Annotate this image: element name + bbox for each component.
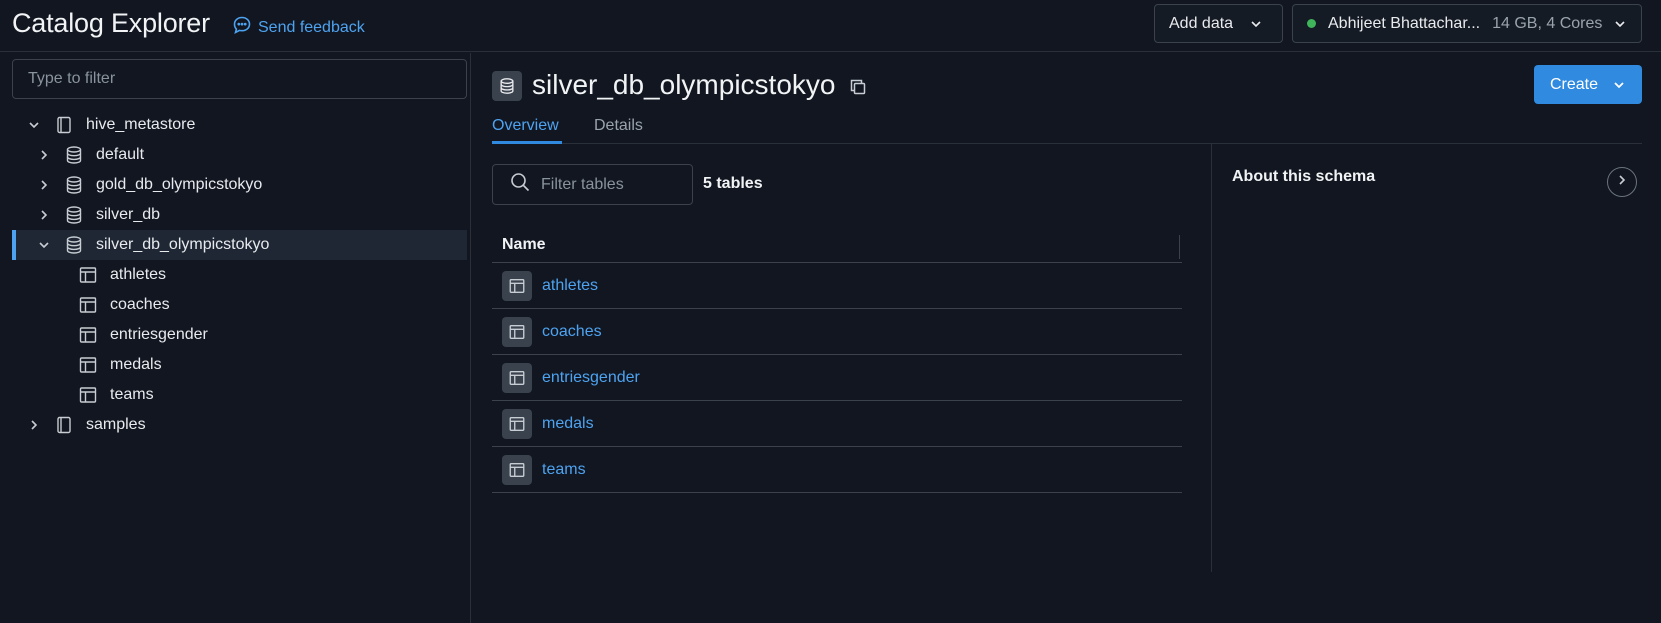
page-title: Catalog Explorer	[12, 8, 210, 38]
table-count: 5 tables	[703, 175, 763, 192]
table-icon	[502, 454, 532, 485]
tree-item-table-athletes[interactable]: athletes	[12, 260, 467, 290]
schema-main-panel: silver_db_olympicstokyo Create Overview …	[472, 53, 1661, 623]
tree-item-label: coaches	[110, 296, 170, 313]
table-icon	[502, 408, 532, 439]
tree-item-schema-gold-db-olympicstokyo[interactable]: gold_db_olympicstokyo	[12, 170, 467, 200]
cluster-name: Abhijeet Bhattachar...	[1328, 14, 1481, 32]
chevron-down-icon	[1613, 17, 1627, 31]
table-link[interactable]: athletes	[542, 277, 598, 295]
catalog-sidebar: hive_metastore default gold_db_olympicst…	[0, 53, 471, 623]
table-link[interactable]: medals	[542, 415, 594, 433]
tree-item-table-entriesgender[interactable]: entriesgender	[12, 320, 467, 350]
create-label: Create	[1550, 75, 1599, 93]
table-icon	[78, 265, 98, 285]
database-icon	[64, 235, 84, 255]
tab-overview[interactable]: Overview	[492, 117, 562, 144]
table-link[interactable]: entriesgender	[542, 369, 640, 387]
tree-item-table-teams[interactable]: teams	[12, 380, 467, 410]
chevron-down-icon[interactable]	[26, 117, 42, 133]
tree-item-schema-silver-db[interactable]: silver_db	[12, 200, 467, 230]
chevron-down-icon	[1249, 17, 1263, 31]
column-header-name[interactable]: Name	[492, 227, 1182, 263]
chevron-right-icon[interactable]	[36, 177, 52, 193]
send-feedback-label: Send feedback	[258, 18, 365, 36]
tree-item-label: samples	[86, 416, 146, 433]
search-icon	[509, 171, 531, 198]
table-icon	[502, 270, 532, 301]
chevron-right-icon[interactable]	[36, 147, 52, 163]
tab-details[interactable]: Details	[594, 117, 643, 144]
table-row: entriesgender	[492, 355, 1182, 401]
chevron-right-icon	[1615, 173, 1629, 192]
table-row: athletes	[492, 263, 1182, 309]
chevron-right-icon[interactable]	[26, 417, 42, 433]
tree-item-table-medals[interactable]: medals	[12, 350, 467, 380]
tree-item-label: athletes	[110, 266, 167, 283]
panel-divider	[1211, 144, 1212, 572]
filter-tables-input[interactable]	[541, 175, 691, 194]
database-icon	[64, 205, 84, 225]
tree-item-schema-silver-db-olympicstokyo[interactable]: silver_db_olympicstokyo	[12, 230, 467, 260]
top-header: Catalog Explorer Send feedback Add data …	[0, 0, 1661, 52]
add-data-label: Add data	[1169, 14, 1234, 32]
chevron-right-icon[interactable]	[36, 207, 52, 223]
table-row: medals	[492, 401, 1182, 447]
tree-item-label: medals	[110, 356, 162, 373]
table-row: teams	[492, 447, 1182, 493]
add-data-button[interactable]: Add data	[1154, 4, 1283, 43]
table-icon	[78, 295, 98, 315]
schema-title: silver_db_olympicstokyo	[532, 69, 836, 100]
catalog-tree: hive_metastore default gold_db_olympicst…	[12, 110, 467, 440]
database-icon	[64, 145, 84, 165]
table-icon	[78, 325, 98, 345]
send-feedback-link[interactable]: Send feedback	[232, 15, 365, 40]
cluster-selector[interactable]: Abhijeet Bhattachar... 14 GB, 4 Cores	[1292, 4, 1642, 43]
table-icon	[78, 355, 98, 375]
tree-item-label: hive_metastore	[86, 116, 196, 133]
tree-item-schema-default[interactable]: default	[12, 140, 467, 170]
chevron-down-icon	[1612, 78, 1626, 92]
tree-item-label: silver_db_olympicstokyo	[96, 236, 270, 253]
database-icon	[492, 71, 522, 101]
table-icon	[78, 385, 98, 405]
column-resize-handle[interactable]	[1179, 235, 1180, 259]
tree-item-table-coaches[interactable]: coaches	[12, 290, 467, 320]
create-button[interactable]: Create	[1534, 65, 1642, 104]
column-header-label: Name	[502, 235, 546, 253]
cluster-specs: 14 GB, 4 Cores	[1492, 14, 1603, 32]
chevron-down-icon[interactable]	[36, 237, 52, 253]
tree-item-label: default	[96, 146, 145, 163]
table-icon	[502, 362, 532, 393]
tree-item-label: gold_db_olympicstokyo	[96, 176, 263, 193]
tree-item-hive-metastore[interactable]: hive_metastore	[12, 110, 467, 140]
copy-icon[interactable]	[848, 77, 868, 97]
tree-item-label: entriesgender	[110, 326, 208, 343]
tree-item-label: teams	[110, 386, 154, 403]
sidebar-filter-input[interactable]	[12, 59, 467, 99]
table-row: coaches	[492, 309, 1182, 355]
expand-about-button[interactable]	[1607, 167, 1637, 197]
cluster-status-dot	[1307, 19, 1316, 28]
catalog-icon	[54, 115, 74, 135]
catalog-icon	[54, 415, 74, 435]
about-schema-title: About this schema	[1232, 168, 1376, 185]
database-icon	[64, 175, 84, 195]
tables-list: Name athletes coaches entriesgender meda…	[492, 227, 1182, 493]
chat-bubble-icon	[232, 15, 252, 40]
tree-item-label: silver_db	[96, 206, 161, 223]
table-link[interactable]: coaches	[542, 323, 602, 341]
table-link[interactable]: teams	[542, 461, 586, 479]
tree-item-samples[interactable]: samples	[12, 410, 467, 440]
table-filter[interactable]	[492, 164, 693, 205]
table-icon	[502, 316, 532, 347]
schema-tabs: Overview Details	[492, 117, 1642, 144]
